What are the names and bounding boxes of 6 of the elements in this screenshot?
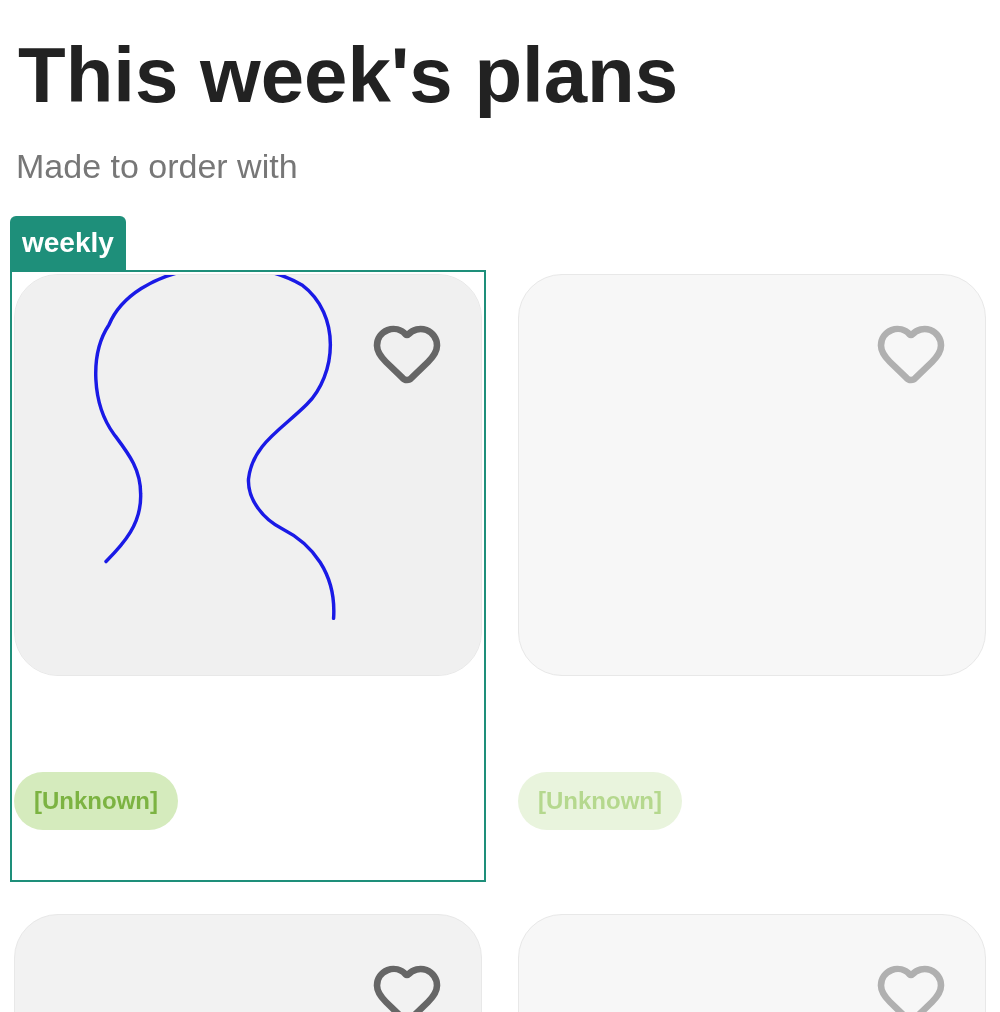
plan-tag: [Unknown] (518, 772, 682, 830)
plan-card[interactable]: [Unknown] (10, 270, 486, 882)
plan-badge: weekly (10, 216, 126, 270)
page-subtitle: Made to order with (15, 146, 298, 186)
page-title: This week's plans (17, 30, 679, 121)
plan-tag: [Unknown] (14, 772, 178, 830)
